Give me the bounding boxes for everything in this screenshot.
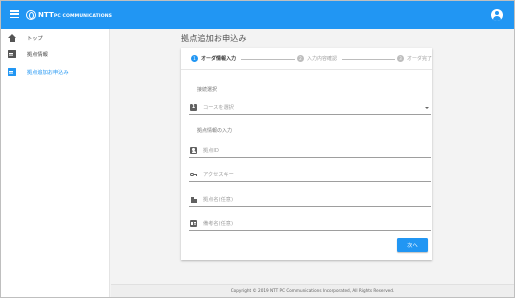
location-id-field[interactable]: 拠点ID: [189, 144, 431, 158]
copyright-text: Copyright © 2019 NTT PC Communications I…: [230, 288, 395, 293]
section-label-course: 接続選択: [197, 87, 218, 93]
step-number: 1: [191, 55, 198, 62]
sidebar: トップ 拠点情報 拠点追加お申込み: [1, 29, 110, 297]
app-window: NTTPC COMMUNICATIONS トップ 拠点情報 拠点追加お申込み 拠…: [0, 0, 515, 298]
course-select[interactable]: 1 コースを選択: [189, 101, 431, 115]
step-number: 3: [397, 55, 404, 62]
step-connector: [342, 59, 395, 60]
building-icon: [190, 196, 197, 203]
memo-placeholder: 備考名(任意): [203, 221, 233, 227]
step-label: オーダ情報入力: [201, 56, 237, 62]
next-button[interactable]: 次へ: [397, 238, 428, 252]
home-icon: [8, 34, 16, 42]
account-box-icon: [190, 147, 197, 154]
location-name-placeholder: 拠点名(任意): [203, 197, 233, 203]
course-select-placeholder: コースを選択: [203, 105, 234, 111]
step-complete: 3 オーダ完了: [397, 55, 432, 62]
step-connector: [241, 59, 295, 60]
key-icon: [190, 171, 198, 178]
top-app-bar: NTTPC COMMUNICATIONS: [1, 1, 514, 29]
sidebar-item-label: 拠点情報: [27, 51, 48, 58]
order-form-card: 1 オーダ情報入力 2 入力内容確認 3 オーダ完了 接続選択 1 コースを選択…: [181, 48, 432, 260]
chevron-down-icon: [425, 107, 429, 109]
id-card-icon: [190, 220, 197, 227]
sidebar-item-location-info[interactable]: 拠点情報: [1, 45, 110, 63]
document-icon: [8, 50, 16, 58]
logo-text: NTTPC COMMUNICATIONS: [38, 11, 113, 19]
account-circle-icon[interactable]: [491, 9, 503, 21]
step-confirm: 2 入力内容確認: [297, 55, 337, 62]
location-name-field[interactable]: 拠点名(任意): [189, 193, 431, 207]
step-label: 入力内容確認: [307, 56, 338, 62]
footer: Copyright © 2019 NTT PC Communications I…: [111, 284, 514, 297]
logo-mark-icon: [26, 10, 36, 20]
document-icon: [8, 68, 16, 76]
sidebar-item-add-location[interactable]: 拠点追加お申込み: [1, 63, 110, 81]
access-key-placeholder: アクセスキー: [203, 172, 234, 178]
sidebar-item-label: 拠点追加お申込み: [27, 69, 69, 76]
access-key-field[interactable]: アクセスキー: [189, 168, 431, 182]
location-id-placeholder: 拠点ID: [203, 148, 219, 154]
step-label: オーダ完了: [407, 56, 433, 62]
company-logo: NTTPC COMMUNICATIONS: [26, 8, 112, 22]
hamburger-icon[interactable]: [10, 10, 19, 19]
number-one-box-icon: 1: [190, 104, 197, 111]
sidebar-item-label: トップ: [27, 35, 43, 42]
step-order-input: 1 オーダ情報入力: [191, 55, 236, 62]
memo-field[interactable]: 備考名(任意): [189, 217, 431, 231]
section-label-info: 拠点情報の入力: [197, 128, 233, 134]
stepper: 1 オーダ情報入力 2 入力内容確認 3 オーダ完了: [181, 48, 432, 70]
step-number: 2: [297, 55, 304, 62]
page-title: 拠点追加お申込み: [181, 33, 247, 43]
